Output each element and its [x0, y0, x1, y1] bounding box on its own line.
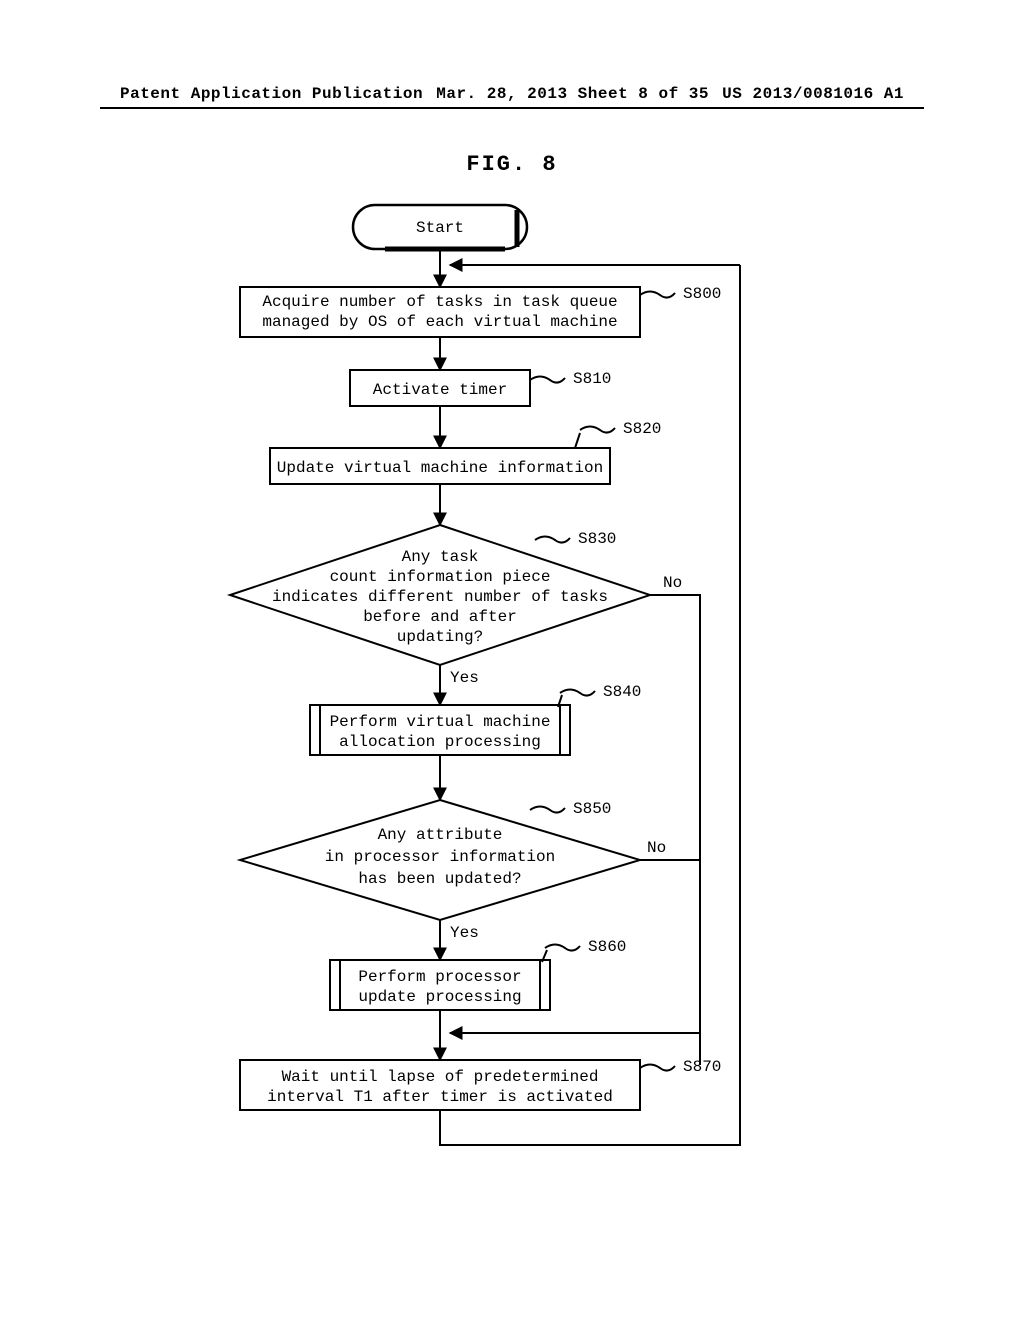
svg-text:allocation processing: allocation processing	[339, 733, 541, 751]
header-divider	[100, 107, 924, 109]
svg-text:Any attribute: Any attribute	[378, 826, 503, 844]
step-s840: Perform virtual machine allocation proce…	[310, 705, 570, 755]
svg-text:updating?: updating?	[397, 628, 483, 646]
svg-text:Perform virtual machine: Perform virtual machine	[330, 713, 551, 731]
step-s870: Wait until lapse of predetermined interv…	[240, 1060, 640, 1110]
label-s830: S830	[578, 530, 616, 548]
step-s860: Perform processor update processing	[330, 960, 550, 1010]
label-s810: S810	[573, 370, 611, 388]
svg-text:Update virtual machine informa: Update virtual machine information	[277, 459, 603, 477]
terminator-start: Start	[353, 205, 527, 249]
edge-no-s850: No	[647, 839, 666, 857]
label-s820: S820	[623, 420, 661, 438]
svg-text:Acquire number of tasks in tas: Acquire number of tasks in task queue	[262, 293, 617, 311]
svg-text:in processor information: in processor information	[325, 848, 555, 866]
svg-text:before and after: before and after	[363, 608, 517, 626]
svg-text:managed by OS of each virtual: managed by OS of each virtual machine	[262, 313, 617, 331]
svg-text:update processing: update processing	[358, 988, 521, 1006]
svg-text:has been updated?: has been updated?	[358, 870, 521, 888]
svg-text:Activate timer: Activate timer	[373, 381, 507, 399]
step-s810: Activate timer	[350, 370, 530, 406]
svg-text:indicates different number of: indicates different number of tasks	[272, 588, 608, 606]
svg-text:Wait until lapse of predetermi: Wait until lapse of predetermined	[282, 1068, 599, 1086]
edge-yes-s830: Yes	[450, 669, 479, 687]
svg-text:interval T1 after timer is act: interval T1 after timer is activated	[267, 1088, 613, 1106]
flowchart: Start Acquire number of tasks in task qu…	[180, 195, 880, 1295]
label-s850: S850	[573, 800, 611, 818]
edge-no-s830: No	[663, 574, 682, 592]
label-s800: S800	[683, 285, 721, 303]
label-s860: S860	[588, 938, 626, 956]
start-label: Start	[416, 219, 464, 237]
svg-text:Any task: Any task	[402, 548, 479, 566]
page-header: Patent Application Publication Mar. 28, …	[0, 85, 1024, 103]
step-s800: Acquire number of tasks in task queue ma…	[240, 287, 640, 337]
svg-text:Perform processor: Perform processor	[358, 968, 521, 986]
header-center: Mar. 28, 2013 Sheet 8 of 35	[436, 85, 709, 103]
header-right: US 2013/0081016 A1	[722, 85, 904, 103]
header-left: Patent Application Publication	[120, 85, 423, 103]
step-s820: Update virtual machine information	[270, 448, 610, 484]
label-s870: S870	[683, 1058, 721, 1076]
svg-text:count information piece: count information piece	[330, 568, 551, 586]
figure-title: FIG. 8	[0, 152, 1024, 177]
edge-yes-s850: Yes	[450, 924, 479, 942]
label-s840: S840	[603, 683, 641, 701]
